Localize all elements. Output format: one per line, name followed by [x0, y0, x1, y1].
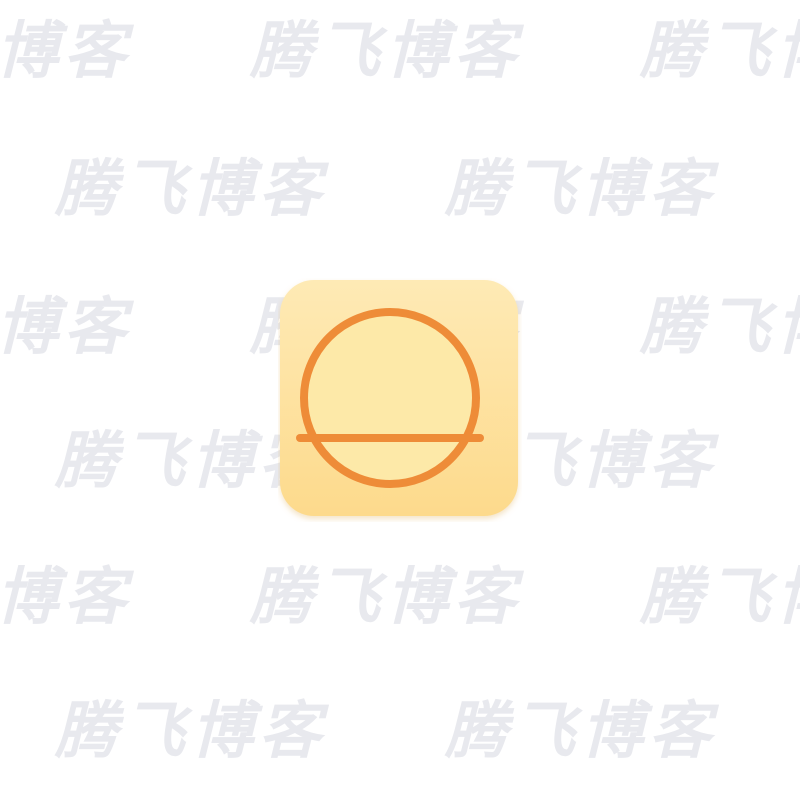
app-icon-graphic — [280, 280, 518, 516]
watermark-text: 腾飞博客 — [55, 152, 328, 225]
watermark-text: 腾飞博客 — [640, 290, 800, 363]
watermark-text: 腾飞博客 — [250, 14, 523, 87]
watermark-text: 腾飞博客 — [0, 290, 133, 363]
watermark-text: 腾飞博客 — [0, 14, 133, 87]
watermark-text: 腾飞博客 — [445, 152, 718, 225]
watermark-text: 腾飞博客 — [445, 694, 718, 767]
watermark-text: 腾飞博客 — [250, 560, 523, 633]
split-circle-app-icon[interactable] — [278, 278, 522, 522]
watermark-text: 腾飞博客 — [640, 14, 800, 87]
screenshot-canvas: 腾飞博客 腾飞博客 腾飞博客 腾飞博客 腾飞博客 腾飞博客 腾飞博客 腾飞博客 … — [0, 0, 800, 800]
watermark-text: 腾飞博客 — [0, 560, 133, 633]
watermark-text: 腾飞博客 — [640, 560, 800, 633]
watermark-text: 腾飞博客 — [55, 694, 328, 767]
